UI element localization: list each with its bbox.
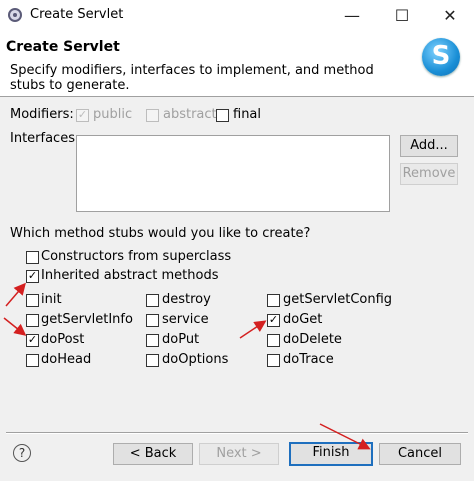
annotation-arrows <box>3 282 371 450</box>
arrow-doget <box>239 320 267 339</box>
arrow-inherited <box>5 282 26 307</box>
arrow-finish <box>319 423 371 450</box>
arrow-dopost <box>3 317 27 336</box>
